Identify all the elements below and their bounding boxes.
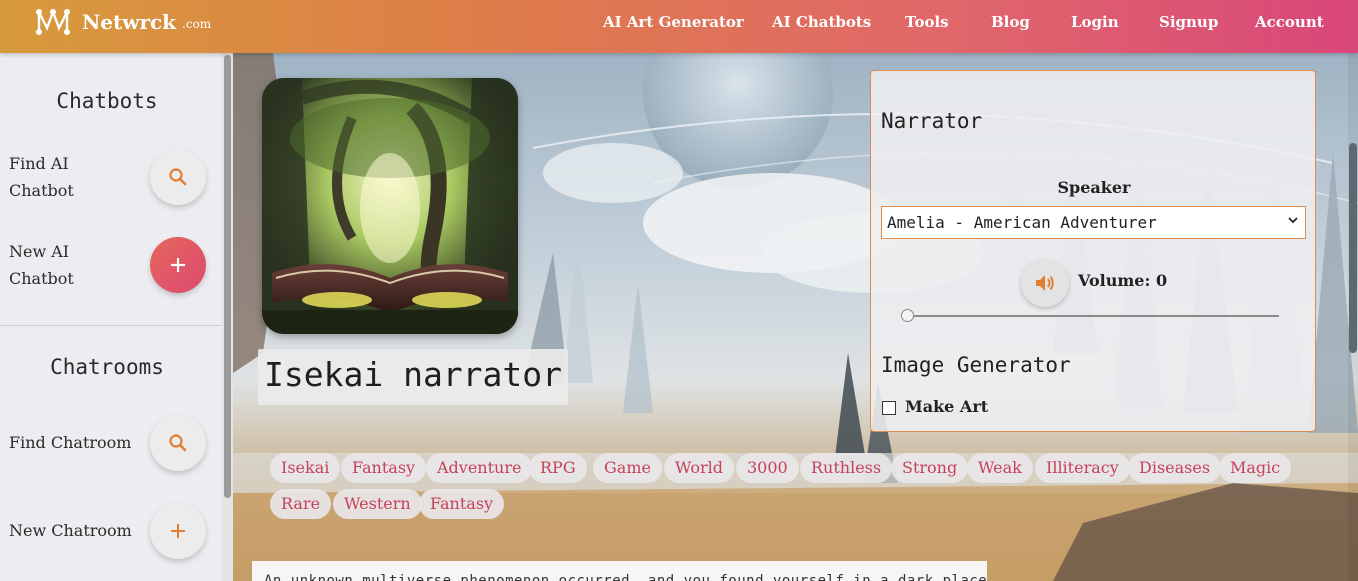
top-navigation-bar: Netwrck .com AI Art Generator AI Chatbot… [0,0,1358,53]
narrator-heading: Narrator [881,109,983,133]
bot-description: An unknown multiverse phenomenon occurre… [264,573,988,581]
make-art-label[interactable]: Make Art [905,397,988,416]
sidebar: Chatbots Find AI Chatbot New AI Chatbot … [0,53,222,581]
main-scrollbar-thumb[interactable] [1349,143,1357,353]
new-chatroom-button[interactable] [150,503,206,559]
speaker-label: Speaker [1057,178,1131,197]
volume-value: 0 [1156,271,1168,290]
tag-chip[interactable]: Fantasy [419,489,505,519]
tag-chip[interactable]: RPG [529,453,587,483]
nav-tools[interactable]: Tools [905,13,949,31]
speaker-select-value: Amelia - American Adventurer [887,213,1157,232]
brand-name: Netwrck [82,10,177,34]
tag-chip[interactable]: Adventure [426,453,533,483]
search-icon [169,168,187,186]
tag-chip[interactable]: 3000 [736,453,799,483]
tag-chip[interactable]: Diseases [1128,453,1222,483]
volume-slider-thumb[interactable] [901,309,914,322]
speaker-select[interactable]: Amelia - American Adventurer [881,206,1306,239]
search-icon [169,434,187,452]
tag-chip[interactable]: Isekai [270,453,341,483]
nav-blog[interactable]: Blog [991,13,1030,31]
make-art-checkbox[interactable] [882,401,896,415]
chatbots-heading: Chatbots [56,89,158,113]
nav-ai-chatbots[interactable]: AI Chatbots [772,13,871,31]
plus-icon [171,524,185,538]
sidebar-scrollbar-thumb[interactable] [224,55,231,498]
main-scrollbar[interactable] [1348,53,1358,581]
logo-icon [36,8,70,35]
brand-tld: .com [182,17,212,31]
bot-avatar-image [262,78,518,334]
site-logo[interactable]: Netwrck .com [34,6,211,36]
nav-account[interactable]: Account [1255,13,1324,31]
find-chatroom-label[interactable]: Find Chatroom [9,429,131,456]
sidebar-scrollbar[interactable] [222,53,233,581]
tag-chip[interactable]: Magic [1219,453,1292,483]
tag-chip[interactable]: Ruthless [800,453,893,483]
bot-name-heading: Isekai narrator [258,349,569,405]
tag-chip[interactable]: Illiteracy [1035,453,1130,483]
nav-ai-art-generator[interactable]: AI Art Generator [603,13,744,31]
new-chatbot-button[interactable] [150,237,206,293]
volume-slider-track[interactable] [907,315,1279,317]
image-generator-heading: Image Generator [881,353,1071,377]
enchanted-forest-book-illustration [262,78,518,334]
find-chatroom-button[interactable] [150,415,206,471]
chevron-down-icon [1287,207,1299,238]
new-chatroom-label[interactable]: New Chatroom [9,517,132,544]
tag-chip[interactable]: Game [593,453,662,483]
tag-chip[interactable]: Strong [891,453,969,483]
sidebar-divider [0,325,222,326]
volume-button[interactable] [1021,259,1069,307]
find-ai-chatbot-label[interactable]: Find AI Chatbot [9,150,129,204]
tag-chip[interactable]: Weak [967,453,1033,483]
settings-panel: Narrator Speaker Amelia - American Adven… [870,70,1316,432]
tag-chip[interactable]: World [664,453,734,483]
nav-signup[interactable]: Signup [1159,13,1218,31]
tag-chip[interactable]: Rare [270,489,332,519]
tag-chip[interactable]: Fantasy [341,453,427,483]
tag-chip[interactable]: Western [333,489,422,519]
find-chatbot-button[interactable] [150,149,206,205]
volume-label: Volume: [1078,271,1151,290]
chatrooms-heading: Chatrooms [50,355,164,379]
nav-login[interactable]: Login [1071,13,1119,31]
bot-description-box: An unknown multiverse phenomenon occurre… [252,561,987,581]
volume-icon [1036,275,1054,291]
new-ai-chatbot-label[interactable]: New AI Chatbot [9,238,129,292]
plus-icon [171,258,185,272]
